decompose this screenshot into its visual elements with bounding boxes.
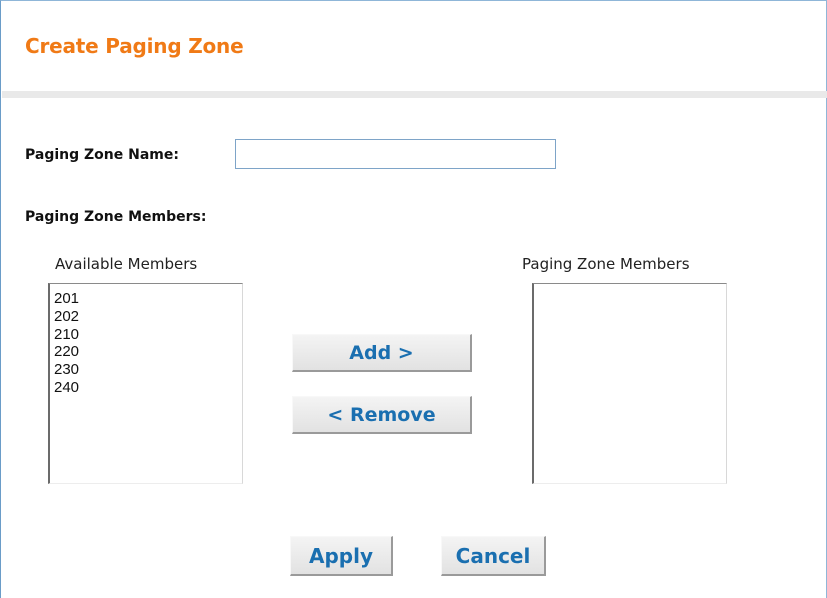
page-title: Create Paging Zone xyxy=(25,34,244,58)
zone-members-caption: Paging Zone Members xyxy=(522,255,690,273)
available-members-caption: Available Members xyxy=(55,255,198,273)
create-paging-zone-panel: Create Paging Zone Paging Zone Name: Pag… xyxy=(0,0,827,598)
available-member-option[interactable]: 202 xyxy=(50,308,242,326)
zone-members-label: Paging Zone Members: xyxy=(25,209,207,225)
available-member-option[interactable]: 240 xyxy=(50,379,242,397)
available-members-list[interactable]: 201 202 210 220 230 240 xyxy=(48,283,243,484)
title-divider xyxy=(2,91,827,98)
add-button[interactable]: Add > xyxy=(292,334,472,372)
zone-name-label: Paging Zone Name: xyxy=(25,147,179,163)
available-member-option[interactable]: 230 xyxy=(50,361,242,379)
zone-name-input[interactable] xyxy=(235,139,556,169)
available-member-option[interactable]: 201 xyxy=(50,290,242,308)
zone-members-list[interactable] xyxy=(532,283,727,484)
apply-button[interactable]: Apply xyxy=(290,536,393,576)
cancel-button[interactable]: Cancel xyxy=(441,536,546,576)
available-member-option[interactable]: 210 xyxy=(50,326,242,344)
available-member-option[interactable]: 220 xyxy=(50,343,242,361)
remove-button[interactable]: < Remove xyxy=(292,396,472,434)
